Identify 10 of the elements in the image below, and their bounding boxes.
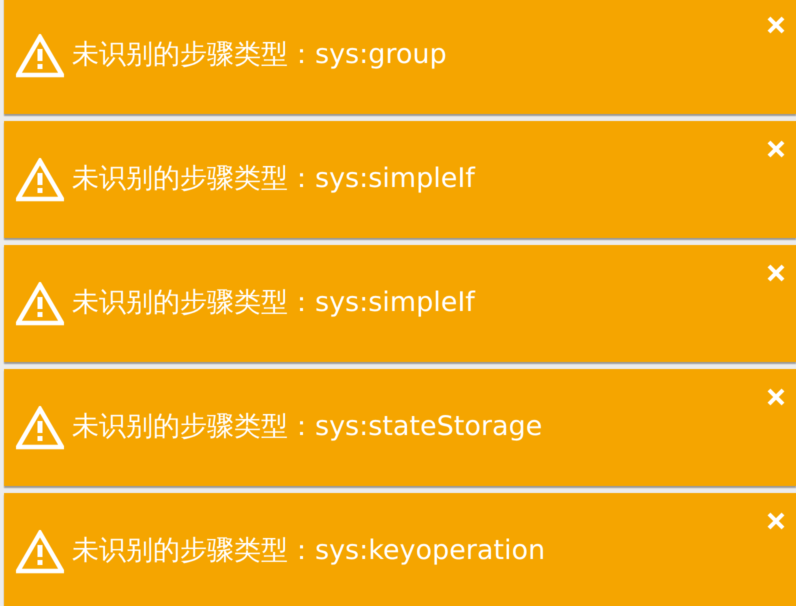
notification-message: 未识别的步骤类型：sys:simpleIf	[72, 163, 475, 196]
warning-icon	[16, 406, 64, 450]
warning-icon	[16, 158, 64, 202]
notification-message: 未识别的步骤类型：sys:group	[72, 39, 447, 72]
warning-icon	[16, 530, 64, 574]
warning-icon	[16, 282, 64, 326]
notification-message: 未识别的步骤类型：sys:stateStorage	[72, 411, 542, 444]
notification-message: 未识别的步骤类型：sys:keyoperation	[72, 535, 546, 568]
warning-icon	[16, 34, 64, 78]
notification-message: 未识别的步骤类型：sys:simpleIf	[72, 287, 475, 320]
